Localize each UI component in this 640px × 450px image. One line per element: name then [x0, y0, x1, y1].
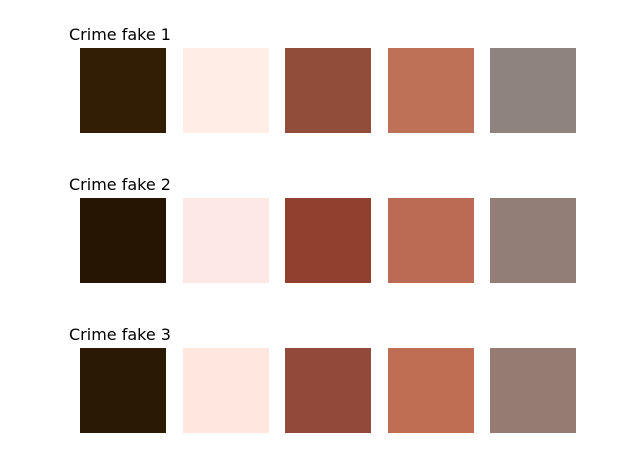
- swatch-row: [80, 198, 580, 283]
- palette-group-1: Crime fake 1: [69, 25, 589, 133]
- palette-title: Crime fake 3: [69, 325, 171, 344]
- color-swatch: [490, 198, 576, 283]
- palette-group-2: Crime fake 2: [69, 175, 589, 283]
- color-swatch: [183, 348, 269, 433]
- swatch-row: [80, 48, 580, 133]
- color-swatch: [388, 348, 474, 433]
- color-swatch: [183, 198, 269, 283]
- color-swatch: [285, 348, 371, 433]
- color-swatch: [80, 48, 166, 133]
- color-swatch: [388, 48, 474, 133]
- color-swatch: [80, 348, 166, 433]
- color-swatch: [388, 198, 474, 283]
- palette-title: Crime fake 2: [69, 175, 171, 194]
- color-swatch: [183, 48, 269, 133]
- color-swatch: [285, 48, 371, 133]
- color-swatch: [285, 198, 371, 283]
- palette-group-3: Crime fake 3: [69, 325, 589, 433]
- color-swatch: [490, 48, 576, 133]
- color-swatch: [490, 348, 576, 433]
- swatch-row: [80, 348, 580, 433]
- color-swatch: [80, 198, 166, 283]
- palette-title: Crime fake 1: [69, 25, 171, 44]
